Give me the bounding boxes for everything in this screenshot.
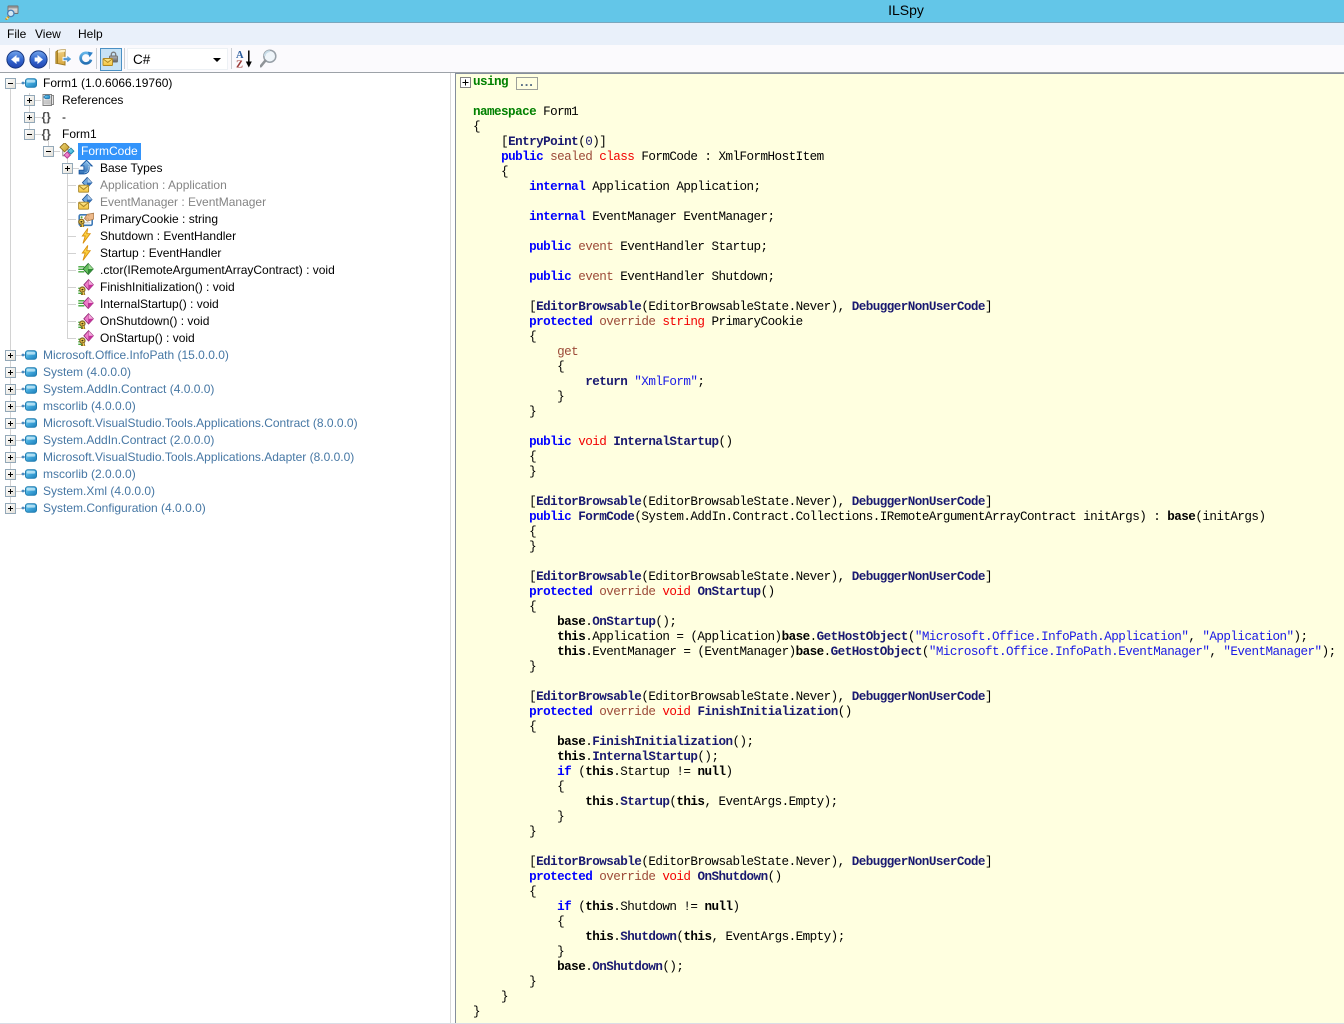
svg-text:{}: {} (42, 127, 52, 141)
svg-text:{}: {} (42, 110, 52, 124)
svg-text:Z: Z (236, 60, 243, 71)
